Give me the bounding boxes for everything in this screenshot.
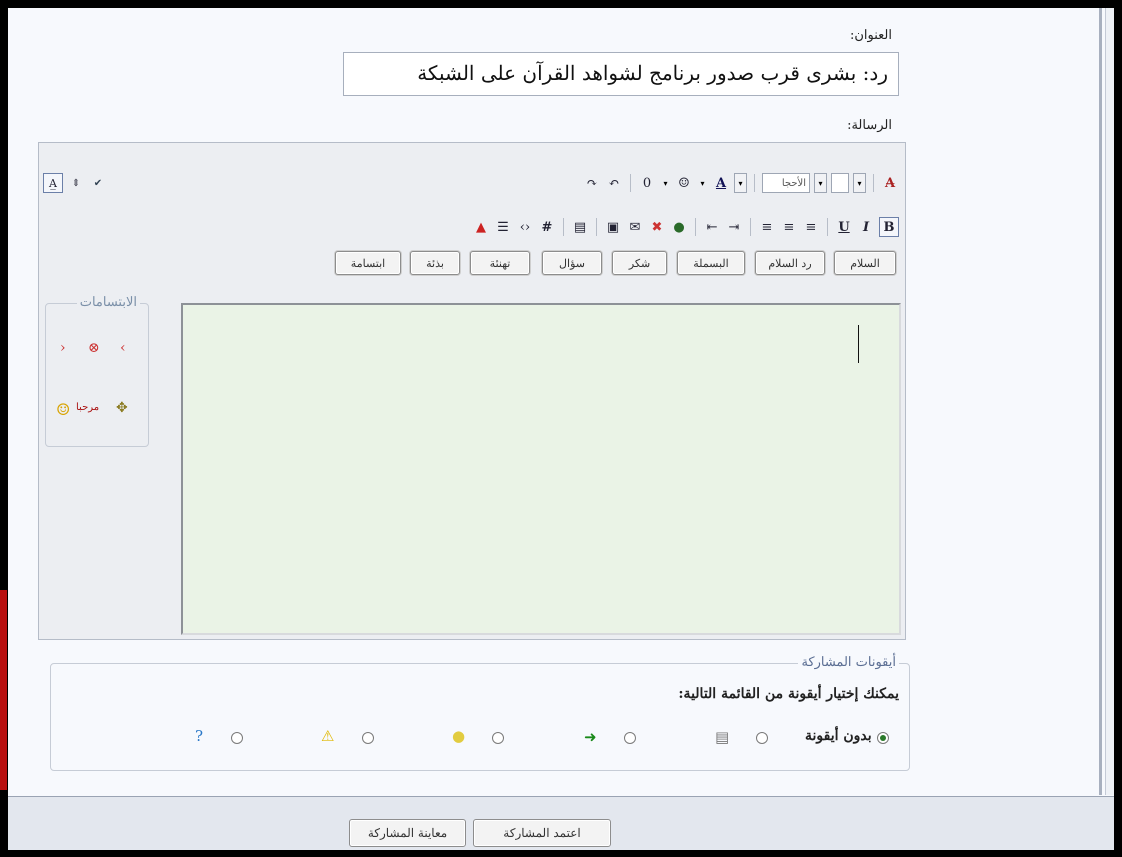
quick-button-badh[interactable]: بذئة — [410, 251, 460, 275]
quick-button-smile[interactable]: ابتسامة — [335, 251, 401, 275]
lightbulb-icon: ● — [452, 727, 466, 745]
message-textarea[interactable] — [181, 303, 901, 635]
toolbar-separator — [873, 174, 874, 192]
arrow-left-smilie-icon[interactable]: ‹ — [120, 340, 126, 356]
document-icon: ▤ — [715, 728, 730, 746]
calligraphy-smilie-icon[interactable]: ✥ — [116, 400, 128, 416]
html-icon[interactable]: ☰ — [494, 218, 512, 236]
attach-dropdown-arrow[interactable]: ▾ — [660, 174, 671, 192]
post-icons-legend: أيقونات المشاركة — [798, 655, 899, 670]
toolbar-separator — [563, 218, 564, 236]
submit-post-button[interactable]: اعتمد المشاركة — [473, 819, 611, 847]
smiley-icon[interactable]: ☺ — [675, 174, 693, 192]
question-icon: ? — [195, 727, 204, 745]
smilie-dropdown-arrow[interactable]: ▾ — [697, 174, 708, 192]
quote-icon[interactable]: ▤ — [571, 218, 589, 236]
wysiwyg-editor: A̲ ⇕ ✔ A̶ ▾ ▾ الأحجا ▾ A ▾ ☺ ▾ 0 ↶ ↷ B I… — [38, 142, 906, 640]
welcome-smilie-icon[interactable]: مرحبا — [76, 402, 99, 413]
screen: العنوان: رد: بشرى قرب صدور برنامج لشواهد… — [0, 0, 1122, 857]
toolbar-separator — [695, 218, 696, 236]
redo-icon[interactable]: ↷ — [583, 174, 601, 192]
radio-warning-icon[interactable] — [362, 732, 374, 744]
quick-button-thanks[interactable]: شكر — [612, 251, 667, 275]
quick-button-question[interactable]: سؤال — [542, 251, 602, 275]
quick-button-basmala[interactable]: البسملة — [677, 251, 745, 275]
warning-icon: ⚠ — [321, 727, 335, 745]
quick-button-congrats[interactable]: تهنئة — [470, 251, 530, 275]
green-arrow-icon: ➜ — [584, 728, 597, 746]
quick-button-salam[interactable]: السلام — [834, 251, 896, 275]
switch-mode-icon[interactable]: A̲ — [43, 173, 63, 193]
underline-icon[interactable]: U — [835, 218, 853, 236]
quick-button-reply-salam[interactable]: رد السلام — [755, 251, 825, 275]
font-color-icon[interactable]: A — [712, 174, 730, 192]
smile-smilie-icon[interactable]: ☺ — [56, 400, 70, 419]
post-reply-form: العنوان: رد: بشرى قرب صدور برنامج لشواهد… — [8, 8, 1114, 850]
toolbar-row-1: A̶ ▾ ▾ الأحجا ▾ A ▾ ☺ ▾ 0 ↶ ↷ — [583, 173, 899, 193]
font-dropdown-arrow[interactable]: ▾ — [853, 173, 866, 193]
toolbar-separator — [596, 218, 597, 236]
email-link-icon[interactable]: ✉ — [626, 218, 644, 236]
align-left-icon[interactable]: ≡ — [758, 218, 776, 236]
form-footer: اعتمد المشاركة معاينة المشاركة — [8, 796, 1114, 850]
arrow-right-smilie-icon[interactable]: › — [60, 340, 66, 356]
text-caret — [858, 325, 859, 363]
hash-icon[interactable]: # — [538, 218, 556, 236]
post-icons-fieldset: أيقونات المشاركة يمكنك إختيار أيقونة من … — [50, 655, 910, 771]
color-dropdown-arrow[interactable]: ▾ — [734, 173, 747, 193]
scrollbar[interactable] — [1105, 8, 1114, 795]
radio-lightbulb-icon[interactable] — [492, 732, 504, 744]
spellcheck-icon[interactable]: ✔ — [89, 174, 107, 192]
undo-icon[interactable]: ↶ — [605, 174, 623, 192]
insert-image-icon[interactable]: ▣ — [604, 218, 622, 236]
smilies-legend: الابتسامات — [76, 295, 140, 310]
attachment-icon[interactable]: 0 — [638, 174, 656, 192]
outdent-icon[interactable]: ⇤ — [703, 218, 721, 236]
radio-question-icon[interactable] — [231, 732, 243, 744]
font-select[interactable]: الأحجا — [762, 173, 810, 193]
editor-mode-tools: A̲ ⇕ ✔ — [43, 173, 107, 193]
toolbar-separator — [630, 174, 631, 192]
smilies-box: الابتسامات › ⊗ ‹ ☺ مرحبا ✥ — [45, 295, 149, 447]
resize-icon[interactable]: ⇕ — [67, 174, 85, 192]
radio-green-arrow-icon[interactable] — [624, 732, 636, 744]
remove-format-icon[interactable]: A̶ — [881, 174, 899, 192]
no-smilie-icon[interactable]: ⊗ — [88, 340, 100, 356]
radio-document-icon[interactable] — [756, 732, 768, 744]
toolbar-separator — [754, 174, 755, 192]
background-edge — [0, 590, 7, 790]
subject-label: العنوان: — [849, 28, 892, 43]
code-icon[interactable]: ‹› — [516, 218, 534, 236]
toolbar-separator — [750, 218, 751, 236]
remove-link-icon[interactable]: ✖ — [648, 218, 666, 236]
subject-input[interactable]: رد: بشرى قرب صدور برنامج لشواهد القرآن ع… — [343, 52, 899, 96]
no-icon-label: بدون أيقونة — [805, 728, 872, 744]
size-select[interactable] — [831, 173, 849, 193]
bold-icon[interactable]: B — [879, 217, 899, 237]
insert-link-icon[interactable]: ● — [670, 218, 688, 236]
radio-no-icon[interactable] — [877, 732, 889, 744]
align-right-icon[interactable]: ≡ — [802, 218, 820, 236]
indent-icon[interactable]: ⇥ — [725, 218, 743, 236]
size-dropdown-arrow[interactable]: ▾ — [814, 173, 827, 193]
message-label: الرسالة: — [847, 118, 892, 133]
preview-post-button[interactable]: معاينة المشاركة — [349, 819, 466, 847]
php-icon[interactable]: ▲ — [472, 218, 490, 236]
toolbar-separator — [827, 218, 828, 236]
align-center-icon[interactable]: ≡ — [780, 218, 798, 236]
toolbar-row-2: B I U ≡ ≡ ≡ ⇥ ⇤ ● ✖ ✉ ▣ ▤ # ‹› ☰ ▲ — [472, 217, 899, 237]
italic-icon[interactable]: I — [857, 218, 875, 236]
post-icons-hint: يمكنك إختيار أيقونة من القائمة التالية: — [678, 686, 899, 702]
frame-divider — [1099, 8, 1102, 795]
